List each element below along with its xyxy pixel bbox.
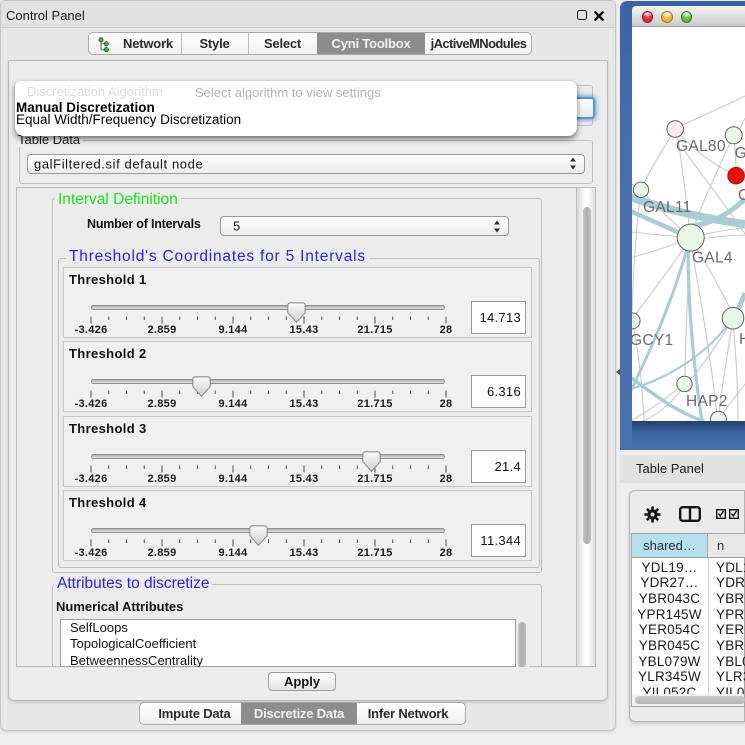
svg-text:H: H [739,331,745,348]
svg-text:GAL7: GAL7 [735,145,745,162]
svg-text:GAL11: GAL11 [643,199,692,216]
svg-text:HAP2: HAP2 [686,393,728,410]
svg-text:GAL80: GAL80 [676,138,726,155]
svg-text:GAL4: GAL4 [692,250,733,267]
svg-text:C: C [738,187,745,204]
svg-text:GCY1: GCY1 [632,332,673,349]
